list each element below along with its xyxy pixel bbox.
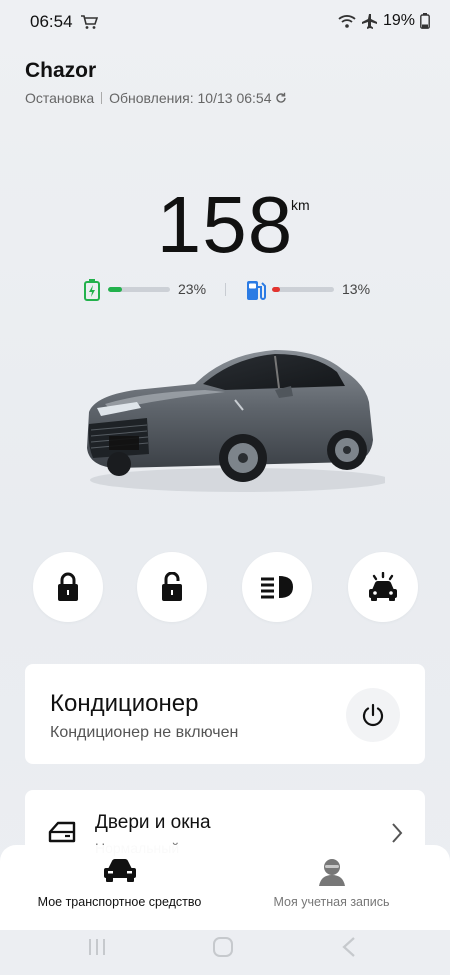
range-display: 158 km: [0, 185, 450, 265]
status-bar: 06:54 19%: [0, 0, 450, 42]
fuel-bar: [272, 287, 334, 292]
find-car-button[interactable]: [348, 552, 418, 622]
climate-power-button[interactable]: [346, 688, 400, 742]
bottom-navigation: Мое транспортное средство Моя учетная за…: [0, 845, 450, 930]
vehicle-name: Chazor: [25, 59, 97, 82]
refresh-icon[interactable]: [275, 92, 287, 104]
range-value: 158: [156, 180, 294, 269]
nav-my-vehicle[interactable]: Мое транспортное средство: [7, 845, 232, 925]
headlight-icon: [261, 576, 293, 599]
back-icon[interactable]: [340, 936, 358, 958]
fuel-percent-label: 13%: [342, 281, 371, 297]
nav-my-vehicle-label: Мое транспортное средство: [37, 895, 202, 909]
home-icon[interactable]: [212, 936, 234, 958]
shopping-cart-icon: [81, 15, 98, 29]
power-icon: [362, 703, 384, 727]
climate-title: Кондиционер: [50, 690, 199, 717]
battery-percent: 19%: [382, 12, 415, 29]
battery-bar: [108, 287, 170, 292]
car-icon: [103, 859, 136, 882]
lock-open-icon: [162, 572, 182, 601]
vehicle-status-line: Остановка Обновления: 10/13 06:54: [25, 90, 287, 106]
car-alarm-icon: [369, 572, 397, 601]
chevron-right-icon: [392, 823, 403, 843]
status-time: 06:54: [30, 12, 73, 31]
battery-percent-label: 23%: [178, 281, 207, 297]
system-navigation-bar: [0, 930, 450, 975]
airplane-mode-icon: [361, 14, 377, 29]
divider: [225, 283, 226, 296]
battery-charge-icon: [84, 279, 100, 301]
climate-status: Кондиционер не включен: [50, 724, 239, 741]
divider: [101, 92, 103, 104]
battery-icon: [420, 13, 430, 29]
energy-meters: 23% 13%: [0, 279, 450, 301]
wifi-icon: [338, 15, 356, 28]
lock-button[interactable]: [33, 552, 103, 622]
unlock-button[interactable]: [137, 552, 207, 622]
recent-apps-icon[interactable]: [86, 936, 108, 958]
climate-card[interactable]: Кондиционер Кондиционер не включен: [25, 664, 425, 764]
user-avatar-icon: [318, 859, 345, 886]
vehicle-image: [87, 350, 385, 492]
fuel-pump-icon: [247, 281, 266, 300]
headlights-button[interactable]: [242, 552, 312, 622]
doors-title: Двери и окна: [95, 812, 211, 833]
battery-bar-fill: [108, 287, 123, 292]
last-updated: Обновления: 10/13 06:54: [109, 90, 272, 106]
vehicle-state: Остановка: [25, 90, 95, 106]
fuel-bar-fill: [272, 287, 281, 292]
nav-my-account-label: Моя учетная запись: [273, 895, 390, 909]
range-unit: km: [291, 197, 310, 213]
lock-closed-icon: [58, 572, 78, 601]
nav-my-account[interactable]: Моя учетная запись: [219, 845, 444, 925]
car-door-icon: [48, 821, 76, 843]
